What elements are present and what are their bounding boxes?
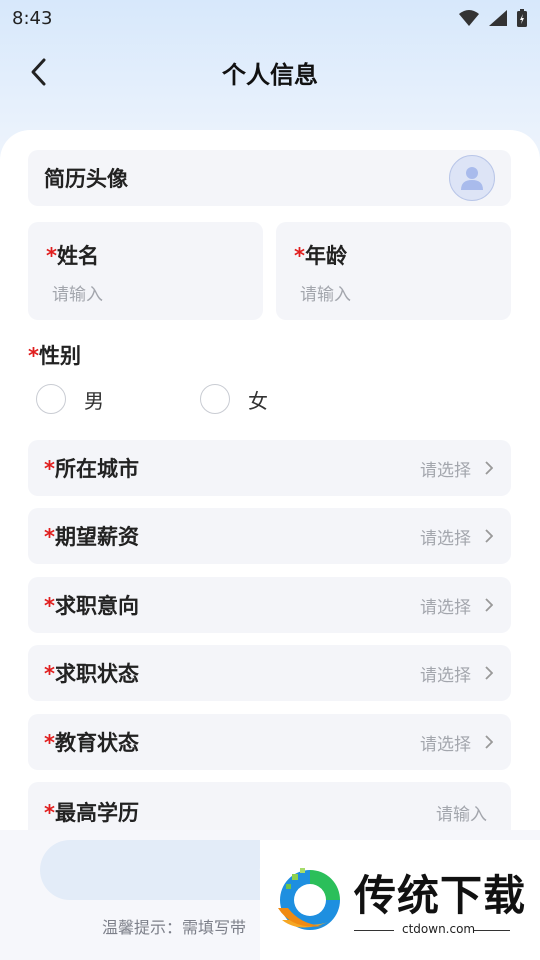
- select-value: 请选择: [420, 665, 471, 686]
- select-job-status[interactable]: *求职状态 请选择: [28, 645, 511, 701]
- divider: [354, 930, 394, 931]
- navigation-bar: 个人信息: [0, 44, 540, 100]
- radio-female[interactable]: 女: [200, 384, 268, 414]
- chevron-right-icon: [485, 666, 493, 680]
- watermark-url: ctdown.com: [402, 922, 476, 936]
- divider: [474, 930, 510, 931]
- select-value: 请选择: [420, 597, 471, 618]
- wifi-icon: [459, 10, 479, 26]
- watermark: 传统下载 ctdown.com: [260, 840, 540, 960]
- name-field[interactable]: *姓名 请输入: [28, 222, 263, 320]
- avatar[interactable]: [449, 155, 495, 201]
- gender-label-text: 性别: [38, 344, 81, 368]
- age-input[interactable]: 请输入: [294, 280, 493, 305]
- radio-circle[interactable]: [200, 384, 230, 414]
- radio-male[interactable]: 男: [36, 384, 104, 414]
- radio-circle[interactable]: [36, 384, 66, 414]
- user-icon: [461, 167, 483, 190]
- select-value: 请选择: [420, 528, 471, 549]
- select-label: *求职意向: [44, 594, 139, 618]
- select-label: *所在城市: [44, 457, 139, 481]
- page-title: 个人信息: [222, 60, 318, 89]
- select-label: *求职状态: [44, 662, 139, 686]
- chevron-left-icon: [31, 58, 46, 86]
- radio-male-label: 男: [84, 388, 104, 413]
- name-label-text: 姓名: [56, 244, 99, 268]
- status-bar: 8:43: [0, 0, 540, 36]
- select-city[interactable]: *所在城市 请选择: [28, 440, 511, 496]
- status-icons: [458, 8, 528, 28]
- age-label-text: 年龄: [304, 244, 347, 268]
- required-star: *: [294, 244, 305, 268]
- chevron-right-icon: [485, 529, 493, 543]
- form-card: 简历头像 *姓名 请输入 *年龄 请输入 *性别 男 女 *所在城市 请选择 *…: [0, 130, 540, 830]
- select-value: 请选择: [420, 460, 471, 481]
- avatar-row[interactable]: 简历头像: [28, 150, 511, 206]
- chevron-right-icon: [485, 598, 493, 612]
- watermark-logo-icon: [278, 868, 340, 930]
- avatar-label: 简历头像: [44, 167, 128, 191]
- chevron-right-icon: [485, 461, 493, 475]
- select-job-intention[interactable]: *求职意向 请选择: [28, 577, 511, 633]
- tip-text: 温馨提示：需填写带: [102, 918, 247, 937]
- radio-female-label: 女: [248, 388, 268, 413]
- education-label: *最高学历: [44, 801, 139, 825]
- back-button[interactable]: [24, 54, 52, 90]
- status-time: 8:43: [12, 7, 53, 29]
- age-field[interactable]: *年龄 请输入: [276, 222, 511, 320]
- select-salary[interactable]: *期望薪资 请选择: [28, 508, 511, 564]
- name-label: *姓名: [46, 240, 245, 270]
- education-input[interactable]: 请输入: [436, 800, 487, 825]
- name-input[interactable]: 请输入: [46, 280, 245, 305]
- battery-icon: [517, 9, 527, 27]
- required-star: *: [46, 244, 57, 268]
- chevron-right-icon: [485, 735, 493, 749]
- select-label: *期望薪资: [44, 525, 139, 549]
- education-field[interactable]: *最高学历 请输入: [28, 782, 511, 830]
- gender-label: *性别: [28, 340, 81, 370]
- required-star: *: [28, 344, 39, 368]
- select-education-status[interactable]: *教育状态 请选择: [28, 714, 511, 770]
- age-label: *年龄: [294, 240, 493, 270]
- select-value: 请选择: [420, 734, 471, 755]
- cell-signal-icon: [489, 10, 507, 26]
- select-label: *教育状态: [44, 731, 139, 755]
- watermark-name: 传统下载: [354, 871, 527, 920]
